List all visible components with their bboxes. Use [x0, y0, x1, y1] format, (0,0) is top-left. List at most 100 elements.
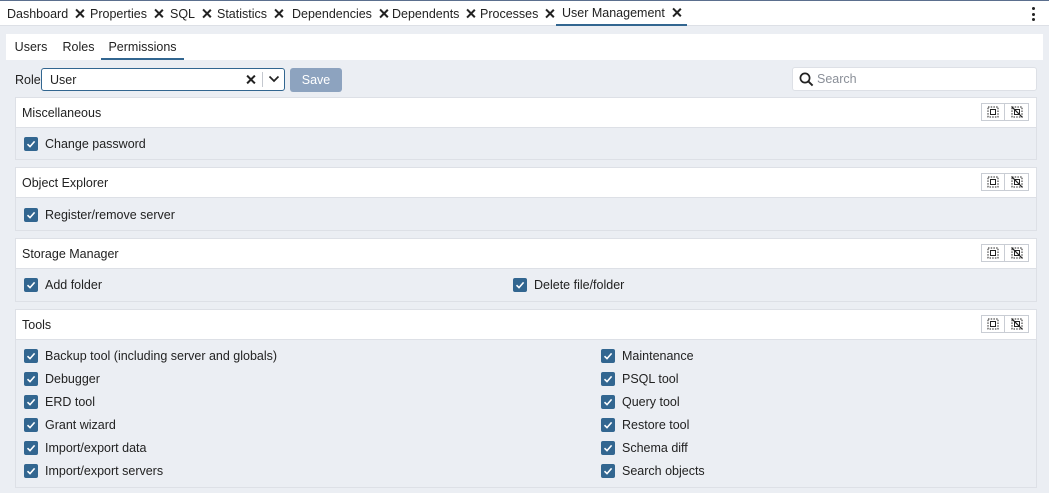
- checkbox-checked-icon[interactable]: [24, 418, 38, 432]
- section-header: Object Explorer: [16, 168, 1036, 198]
- permission-label: Query tool: [622, 395, 680, 409]
- role-label: Role: [15, 73, 41, 87]
- checkbox-checked-icon[interactable]: [24, 372, 38, 386]
- permission-label: Import/export data: [45, 441, 147, 455]
- section-header: Tools: [16, 310, 1036, 340]
- tab-user-management[interactable]: User Management: [556, 1, 687, 26]
- select-all-button[interactable]: [981, 244, 1005, 262]
- permission-label: Backup tool (including server and global…: [45, 349, 278, 363]
- deselect-all-button[interactable]: [1005, 173, 1029, 191]
- section-actions: [981, 315, 1029, 333]
- checkbox-checked-icon[interactable]: [24, 278, 38, 292]
- close-icon[interactable]: [466, 9, 475, 18]
- tab-label: Processes: [480, 6, 539, 21]
- checkbox-checked-icon[interactable]: [513, 278, 527, 292]
- select-all-button[interactable]: [981, 315, 1005, 333]
- permission-grant-wizard[interactable]: Grant wizard: [24, 418, 116, 432]
- section-actions: [981, 103, 1029, 121]
- permission-debugger[interactable]: Debugger: [24, 372, 100, 386]
- permission-maintenance[interactable]: Maintenance: [601, 349, 694, 363]
- permission-label: Restore tool: [622, 418, 690, 432]
- section-header: Storage Manager: [16, 239, 1036, 269]
- search-input[interactable]: [817, 71, 1027, 87]
- permission-search-objects[interactable]: Search objects: [601, 464, 705, 478]
- tab-processes[interactable]: Processes: [480, 1, 554, 26]
- permission-label: ERD tool: [45, 395, 96, 409]
- permission-label: Add folder: [45, 278, 102, 292]
- checkbox-checked-icon[interactable]: [24, 137, 38, 151]
- deselect-all-icon: [1010, 176, 1023, 188]
- checkbox-checked-icon[interactable]: [24, 349, 38, 363]
- permission-label: Change password: [45, 137, 146, 151]
- permission-delete-file-folder[interactable]: Delete file/folder: [513, 278, 624, 292]
- checkbox-checked-icon[interactable]: [24, 208, 38, 222]
- close-icon[interactable]: [202, 9, 211, 18]
- tab-label: Statistics: [217, 6, 268, 21]
- section-header: Miscellaneous: [16, 98, 1036, 128]
- close-icon[interactable]: [379, 9, 388, 18]
- permission-register-remove-server[interactable]: Register/remove server: [24, 208, 175, 222]
- tab-bar: Dashboard Properties SQL Statistics Depe…: [0, 0, 1049, 26]
- tab-statistics[interactable]: Statistics: [217, 1, 283, 26]
- subtab-permissions[interactable]: Permissions: [101, 34, 184, 60]
- checkbox-checked-icon[interactable]: [24, 395, 38, 409]
- tab-sql[interactable]: SQL: [170, 1, 211, 26]
- select-all-button[interactable]: [981, 103, 1005, 121]
- close-icon[interactable]: [154, 9, 163, 18]
- permission-label: PSQL tool: [622, 372, 679, 386]
- close-icon[interactable]: [672, 8, 681, 17]
- checkbox-checked-icon[interactable]: [601, 441, 615, 455]
- permission-erd-tool[interactable]: ERD tool: [24, 395, 95, 409]
- permission-label: Debugger: [45, 372, 100, 386]
- checkbox-checked-icon[interactable]: [601, 349, 615, 363]
- search-icon: [799, 72, 814, 87]
- checkbox-checked-icon[interactable]: [24, 464, 38, 478]
- chevron-down-icon[interactable]: [267, 72, 281, 86]
- select-all-icon: [987, 318, 999, 330]
- tab-label: Dependencies: [292, 6, 372, 21]
- permission-restore-tool[interactable]: Restore tool: [601, 418, 689, 432]
- permission-label: Delete file/folder: [534, 278, 625, 292]
- checkbox-checked-icon[interactable]: [24, 441, 38, 455]
- deselect-all-button[interactable]: [1005, 315, 1029, 333]
- close-icon[interactable]: [274, 9, 283, 18]
- save-button[interactable]: Save: [290, 68, 342, 92]
- checkbox-checked-icon[interactable]: [601, 395, 615, 409]
- permission-psql-tool[interactable]: PSQL tool: [601, 372, 679, 386]
- section-actions: [981, 244, 1029, 262]
- section-title: Object Explorer: [22, 176, 109, 190]
- select-all-button[interactable]: [981, 173, 1005, 191]
- tab-dependencies[interactable]: Dependencies: [292, 1, 388, 26]
- permission-import-export-servers[interactable]: Import/export servers: [24, 464, 163, 478]
- permission-query-tool[interactable]: Query tool: [601, 395, 680, 409]
- select-all-icon: [987, 106, 999, 118]
- clear-icon[interactable]: [246, 75, 255, 84]
- subtab-users[interactable]: Users: [6, 34, 56, 60]
- checkbox-checked-icon[interactable]: [601, 372, 615, 386]
- close-icon[interactable]: [75, 9, 84, 18]
- checkbox-checked-icon[interactable]: [601, 464, 615, 478]
- checkbox-checked-icon[interactable]: [601, 418, 615, 432]
- search-box[interactable]: [792, 67, 1037, 91]
- permission-import-export-data[interactable]: Import/export data: [24, 441, 146, 455]
- permission-backup-tool[interactable]: Backup tool (including server and global…: [24, 349, 277, 363]
- kebab-menu-icon[interactable]: [1032, 7, 1035, 21]
- role-value: User: [50, 73, 77, 87]
- tab-dashboard[interactable]: Dashboard: [7, 1, 84, 26]
- close-icon[interactable]: [545, 9, 554, 18]
- subtab-roles[interactable]: Roles: [56, 34, 101, 60]
- section-title: Tools: [22, 318, 52, 332]
- permission-change-password[interactable]: Change password: [24, 137, 146, 151]
- permission-add-folder[interactable]: Add folder: [24, 278, 102, 292]
- role-select[interactable]: User: [41, 68, 285, 91]
- deselect-all-button[interactable]: [1005, 244, 1029, 262]
- section-tools: Tools Backup tool (including server and …: [15, 309, 1037, 488]
- deselect-all-icon: [1010, 106, 1023, 118]
- tab-properties[interactable]: Properties: [90, 1, 163, 26]
- deselect-all-button[interactable]: [1005, 103, 1029, 121]
- section-title: Miscellaneous: [22, 106, 102, 120]
- tab-dependents[interactable]: Dependents: [392, 1, 475, 26]
- section-storage-manager: Storage Manager Add folder Delete file/f…: [15, 238, 1037, 302]
- permission-schema-diff[interactable]: Schema diff: [601, 441, 688, 455]
- permission-label: Schema diff: [622, 441, 688, 455]
